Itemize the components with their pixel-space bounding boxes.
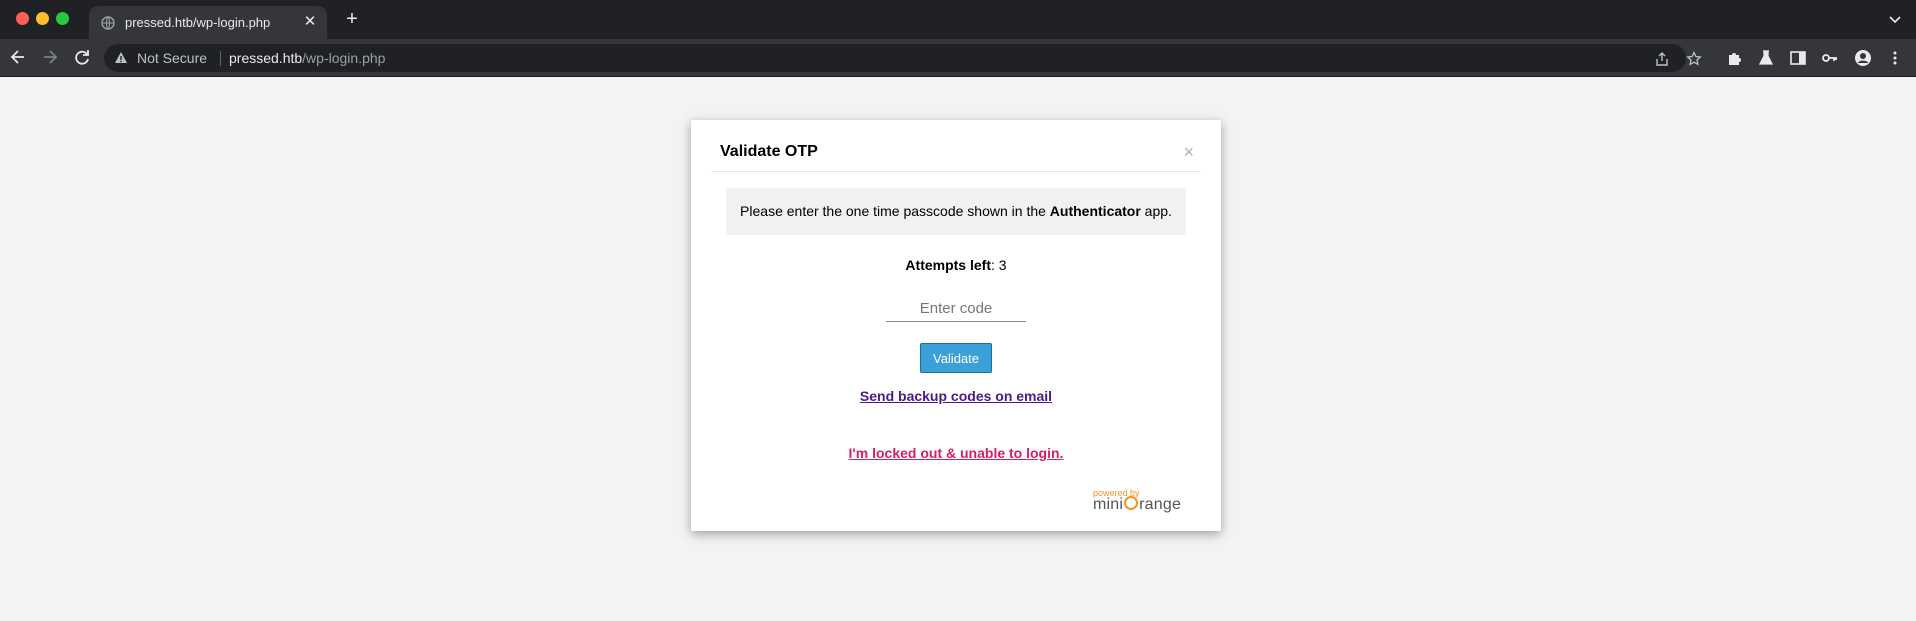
extensions-puzzle-icon[interactable] [1726,49,1744,67]
browser-tab[interactable]: pressed.htb/wp-login.php ✕ [89,6,327,39]
modal-title: Validate OTP [720,143,818,160]
url-host: pressed.htb [229,50,303,66]
instruction-text: Please enter the one time passcode shown… [726,203,1186,219]
window-minimize-button[interactable] [36,12,49,25]
browser-tab-bar: pressed.htb/wp-login.php ✕ + [0,0,1916,39]
modal-header: Validate OTP × [711,120,1201,172]
warning-icon[interactable] [114,51,128,65]
brand-o-icon [1124,496,1139,510]
tab-title: pressed.htb/wp-login.php [125,15,271,30]
locked-out-link[interactable]: I'm locked out & unable to login. [691,445,1221,461]
profile-avatar-icon[interactable] [1854,49,1872,67]
reload-icon[interactable] [72,47,92,67]
window-close-button[interactable] [16,12,29,25]
globe-icon [101,16,115,30]
share-icon[interactable] [1654,51,1670,67]
browser-toolbar: Not Secure pressed.htb/wp-login.php [0,39,1916,77]
attempts-separator: : [990,257,999,273]
send-backup-codes-link[interactable]: Send backup codes on email [691,388,1221,404]
address-bar[interactable]: Not Secure pressed.htb/wp-login.php [104,44,1702,72]
url-path: /wp-login.php [302,50,386,66]
forward-icon[interactable] [40,47,60,67]
instruction-prefix: Please enter the one time passcode shown… [740,203,1050,219]
new-tab-button[interactable]: + [341,8,363,30]
labs-flask-icon[interactable] [1757,49,1775,67]
key-icon[interactable] [1821,49,1839,67]
otp-code-input[interactable] [886,295,1026,322]
validate-otp-modal: Validate OTP × Please enter the one time… [691,120,1221,531]
instruction-box: Please enter the one time passcode shown… [726,188,1186,235]
security-label[interactable]: Not Secure [137,50,207,66]
back-icon[interactable] [8,47,28,67]
authenticator-label: Authenticator [1049,203,1141,219]
attempts-value: 3 [998,257,1007,273]
window-maximize-button[interactable] [56,12,69,25]
address-separator [220,51,221,66]
menu-dots-icon[interactable] [1886,49,1904,67]
brand-part1: mini [1093,496,1124,513]
side-panel-icon[interactable] [1789,49,1807,67]
attempts-left: Attempts left: 3 [691,257,1221,273]
chevron-down-icon[interactable] [1886,10,1904,28]
tab-close-button[interactable]: ✕ [301,13,319,31]
validate-button[interactable]: Validate [920,343,992,373]
url-text[interactable]: pressed.htb/wp-login.php [229,50,385,66]
modal-close-button[interactable]: × [1183,143,1194,161]
bookmark-star-icon[interactable] [1686,51,1702,67]
attempts-label: Attempts left [905,257,991,273]
miniorange-logo[interactable]: mini range [1093,496,1181,514]
brand-part2: range [1139,496,1182,513]
instruction-suffix: app. [1140,203,1172,219]
